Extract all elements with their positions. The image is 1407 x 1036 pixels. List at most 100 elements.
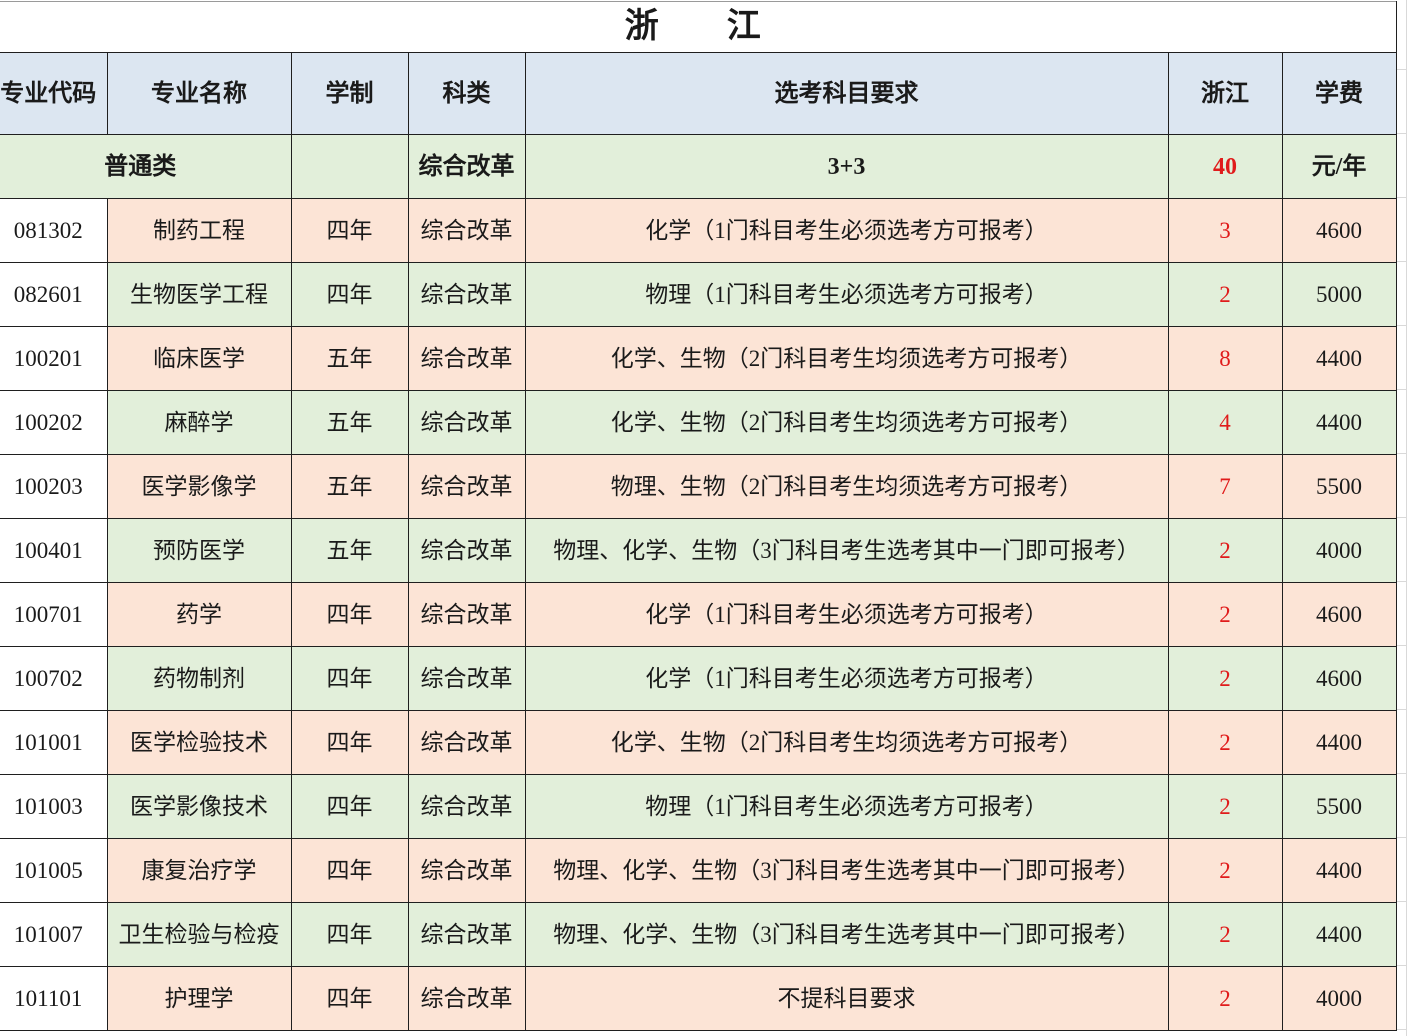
zhejiang-quota: 2 xyxy=(1167,710,1283,775)
tuition-fee: 4400 xyxy=(1281,710,1397,775)
sheet-gridlines xyxy=(1397,0,1407,1036)
zhejiang-quota: 2 xyxy=(1167,966,1283,1031)
zhejiang-quota: 7 xyxy=(1167,454,1283,519)
tuition-fee: 4400 xyxy=(1281,326,1397,391)
tuition-fee: 4600 xyxy=(1281,646,1397,711)
zhejiang-quota: 3 xyxy=(1167,198,1283,263)
subject-category: 综合改革 xyxy=(407,966,526,1031)
study-duration: 四年 xyxy=(290,710,409,775)
study-duration: 四年 xyxy=(290,902,409,967)
tuition-fee: 4400 xyxy=(1281,390,1397,455)
major-name: 预防医学 xyxy=(106,518,292,583)
major-code: 101101 xyxy=(0,966,108,1031)
major-row: 100701 药学 四年 综合改革 化学（1门科目考生必须选考方可报考） 2 4… xyxy=(0,582,1397,647)
major-row: 100201 临床医学 五年 综合改革 化学、生物（2门科目考生均须选考方可报考… xyxy=(0,326,1397,391)
tuition-fee: 5500 xyxy=(1281,774,1397,839)
tuition-fee: 4600 xyxy=(1281,198,1397,263)
title-row: 浙 江 xyxy=(0,1,1397,53)
tuition-fee: 4400 xyxy=(1281,838,1397,903)
major-code: 100202 xyxy=(0,390,108,455)
subject-category: 综合改革 xyxy=(407,774,526,839)
major-code: 100201 xyxy=(0,326,108,391)
major-name: 医学影像技术 xyxy=(106,774,292,839)
study-duration: 四年 xyxy=(290,838,409,903)
summary-subjects: 3+3 xyxy=(524,134,1169,199)
subject-category: 综合改革 xyxy=(407,646,526,711)
zhejiang-quota: 2 xyxy=(1167,774,1283,839)
major-name: 卫生检验与检疫 xyxy=(106,902,292,967)
subject-category: 综合改革 xyxy=(407,262,526,327)
summary-category: 综合改革 xyxy=(407,134,526,199)
major-name: 生物医学工程 xyxy=(106,262,292,327)
major-name: 康复治疗学 xyxy=(106,838,292,903)
subject-requirement: 物理、化学、生物（3门科目考生选考其中一门即可报考） xyxy=(524,838,1169,903)
summary-row: 普通类 综合改革 3+3 40 元/年 xyxy=(0,134,1397,199)
zhejiang-quota: 2 xyxy=(1167,646,1283,711)
subject-category: 综合改革 xyxy=(407,454,526,519)
study-duration: 四年 xyxy=(290,582,409,647)
major-code: 100203 xyxy=(0,454,108,519)
major-name: 药物制剂 xyxy=(106,646,292,711)
study-duration: 五年 xyxy=(290,326,409,391)
subject-requirement: 物理、化学、生物（3门科目考生选考其中一门即可报考） xyxy=(524,518,1169,583)
subject-requirement: 化学、生物（2门科目考生均须选考方可报考） xyxy=(524,326,1169,391)
summary-label: 普通类 xyxy=(0,134,292,199)
major-row: 101005 康复治疗学 四年 综合改革 物理、化学、生物（3门科目考生选考其中… xyxy=(0,838,1397,903)
subject-requirement: 不提科目要求 xyxy=(524,966,1169,1031)
study-duration: 四年 xyxy=(290,646,409,711)
subject-requirement: 物理（1门科目考生必须选考方可报考） xyxy=(524,774,1169,839)
study-duration: 四年 xyxy=(290,262,409,327)
major-row: 100401 预防医学 五年 综合改革 物理、化学、生物（3门科目考生选考其中一… xyxy=(0,518,1397,583)
major-code: 101007 xyxy=(0,902,108,967)
tuition-fee: 4600 xyxy=(1281,582,1397,647)
major-name: 医学检验技术 xyxy=(106,710,292,775)
summary-tuition: 元/年 xyxy=(1281,134,1397,199)
header-row: 专业代码 专业名称 学制 科类 选考科目要求 浙江 学费 xyxy=(0,52,1397,135)
subject-requirement: 化学、生物（2门科目考生均须选考方可报考） xyxy=(524,710,1169,775)
major-row: 100702 药物制剂 四年 综合改革 化学（1门科目考生必须选考方可报考） 2… xyxy=(0,646,1397,711)
major-row: 101001 医学检验技术 四年 综合改革 化学、生物（2门科目考生均须选考方可… xyxy=(0,710,1397,775)
subject-category: 综合改革 xyxy=(407,582,526,647)
zhejiang-quota: 8 xyxy=(1167,326,1283,391)
subject-requirement: 化学、生物（2门科目考生均须选考方可报考） xyxy=(524,390,1169,455)
zhejiang-quota: 2 xyxy=(1167,902,1283,967)
major-name: 医学影像学 xyxy=(106,454,292,519)
major-row: 100202 麻醉学 五年 综合改革 化学、生物（2门科目考生均须选考方可报考）… xyxy=(0,390,1397,455)
subject-requirement: 物理、生物（2门科目考生均须选考方可报考） xyxy=(524,454,1169,519)
column-header-code: 专业代码 xyxy=(0,52,108,135)
summary-quota: 40 xyxy=(1167,134,1283,199)
column-header-duration: 学制 xyxy=(290,52,409,135)
major-name: 临床医学 xyxy=(106,326,292,391)
subject-category: 综合改革 xyxy=(407,326,526,391)
subject-category: 综合改革 xyxy=(407,838,526,903)
zhejiang-quota: 2 xyxy=(1167,582,1283,647)
study-duration: 五年 xyxy=(290,390,409,455)
subject-requirement: 化学（1门科目考生必须选考方可报考） xyxy=(524,198,1169,263)
subject-requirement: 化学（1门科目考生必须选考方可报考） xyxy=(524,646,1169,711)
study-duration: 四年 xyxy=(290,966,409,1031)
subject-requirement: 化学（1门科目考生必须选考方可报考） xyxy=(524,582,1169,647)
subject-requirement: 物理、化学、生物（3门科目考生选考其中一门即可报考） xyxy=(524,902,1169,967)
major-code: 100702 xyxy=(0,646,108,711)
major-row: 081302 制药工程 四年 综合改革 化学（1门科目考生必须选考方可报考） 3… xyxy=(0,198,1397,263)
subject-category: 综合改革 xyxy=(407,390,526,455)
study-duration: 四年 xyxy=(290,774,409,839)
zhejiang-quota: 4 xyxy=(1167,390,1283,455)
tuition-fee: 4000 xyxy=(1281,518,1397,583)
major-code: 100401 xyxy=(0,518,108,583)
study-duration: 五年 xyxy=(290,518,409,583)
enrollment-plan-table: 浙 江 专业代码 专业名称 学制 科类 选考科目要求 浙江 学费 普通类 综合改… xyxy=(0,1,1397,1031)
tuition-fee: 5500 xyxy=(1281,454,1397,519)
major-name: 药学 xyxy=(106,582,292,647)
major-code: 101001 xyxy=(0,710,108,775)
major-code: 100701 xyxy=(0,582,108,647)
major-row: 101101 护理学 四年 综合改革 不提科目要求 2 4000 xyxy=(0,966,1397,1031)
major-row: 082601 生物医学工程 四年 综合改革 物理（1门科目考生必须选考方可报考）… xyxy=(0,262,1397,327)
column-header-category: 科类 xyxy=(407,52,526,135)
subject-category: 综合改革 xyxy=(407,518,526,583)
major-row: 101003 医学影像技术 四年 综合改革 物理（1门科目考生必须选考方可报考）… xyxy=(0,774,1397,839)
column-header-subjects: 选考科目要求 xyxy=(524,52,1169,135)
zhejiang-quota: 2 xyxy=(1167,262,1283,327)
subject-category: 综合改革 xyxy=(407,198,526,263)
column-header-quota: 浙江 xyxy=(1167,52,1283,135)
